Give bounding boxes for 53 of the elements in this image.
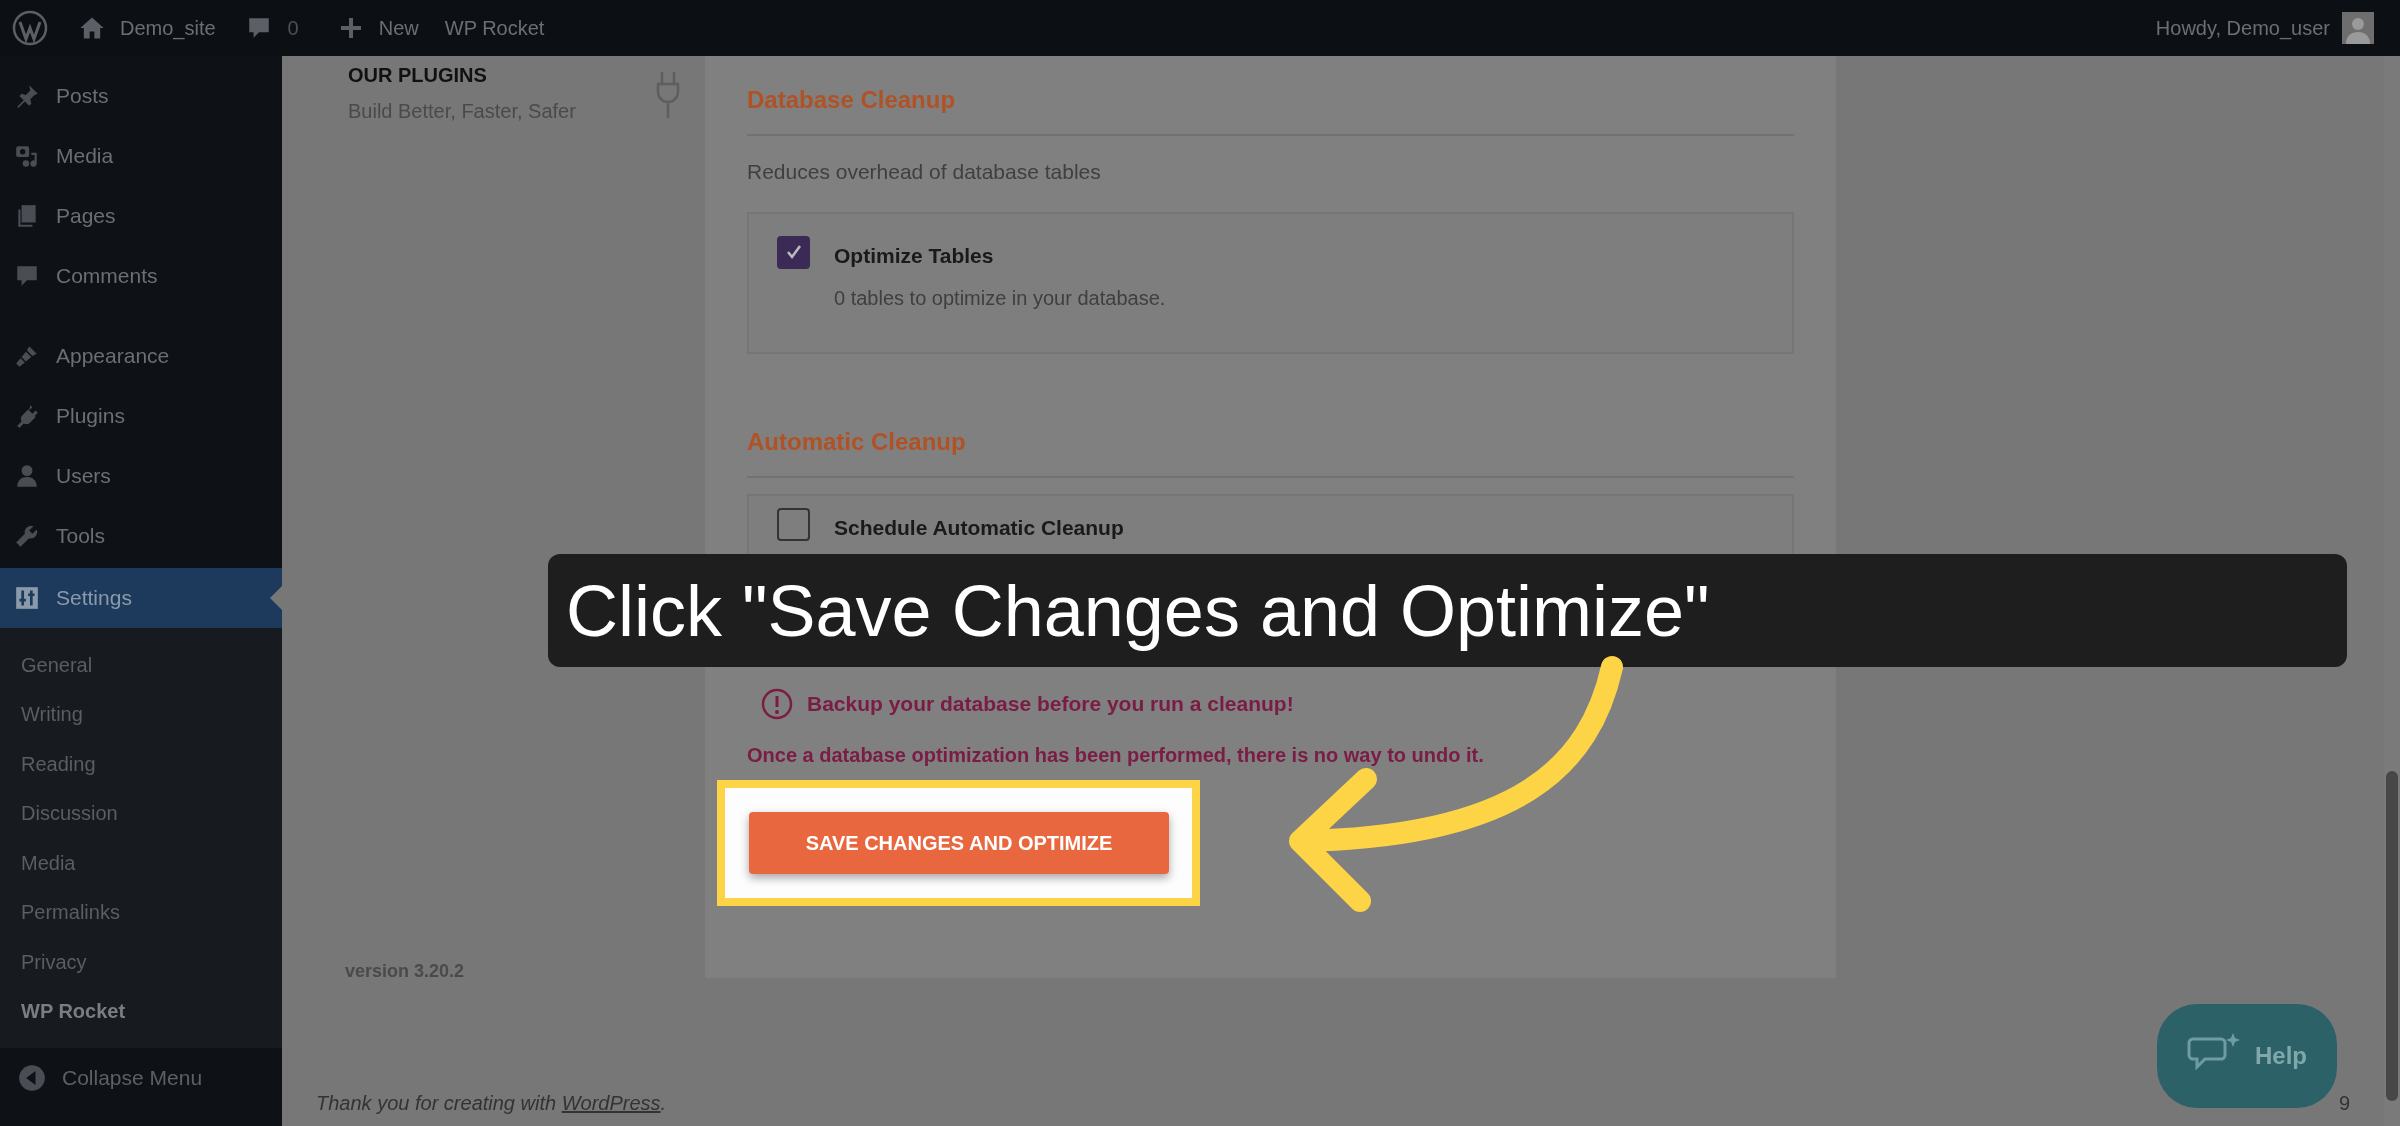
sidebar-item[interactable]: Comments [0, 246, 282, 306]
menu-pointer [270, 586, 282, 610]
collapse-icon [18, 1064, 46, 1092]
submenu-item[interactable]: General [0, 640, 282, 690]
plus-icon [338, 16, 363, 40]
comment-count[interactable]: 0 [287, 13, 299, 43]
user-icon [14, 463, 40, 489]
media-icon [14, 143, 40, 169]
sidebar-item[interactable]: Plugins [0, 386, 282, 446]
sidebar-item[interactable]: Posts [0, 66, 282, 126]
submenu-item[interactable]: Privacy [0, 937, 282, 987]
wordpress-link[interactable]: WordPress [561, 1092, 661, 1114]
footer-version: 9 [2338, 1091, 2350, 1116]
submenu-item[interactable]: Media [0, 838, 282, 888]
sidebar-item[interactable]: Appearance [0, 326, 282, 386]
option-label: Schedule Automatic Cleanup [834, 514, 1124, 541]
sliders-icon [14, 585, 40, 611]
site-link[interactable]: Demo_site [120, 13, 216, 43]
submenu-item[interactable]: Discussion [0, 788, 282, 838]
collapse-menu[interactable]: Collapse Menu [0, 1048, 282, 1108]
sidebar-item[interactable]: Settings [0, 568, 282, 628]
option-label: Optimize Tables [834, 242, 995, 269]
submenu-item[interactable]: WP Rocket [0, 986, 282, 1036]
new-link[interactable]: New [378, 13, 419, 43]
sidebar-item[interactable]: Users [0, 446, 282, 506]
wrench-icon [14, 523, 40, 549]
submenu-item[interactable]: Permalinks [0, 887, 282, 937]
notice-text: Once a database optimization has been performed, there is no way to undo it. [747, 742, 1485, 768]
help-button[interactable]: Help [2157, 1004, 2337, 1108]
submenu-item[interactable]: Writing [0, 689, 282, 739]
plugins-title: OUR PLUGINS [348, 63, 488, 88]
avatar-icon[interactable] [2342, 12, 2374, 44]
callout-banner: Click "Save Changes and Optimize" [548, 554, 2347, 667]
greeting[interactable]: Howdy, Demo_user [2155, 13, 2330, 43]
plugin-link[interactable]: WP Rocket [444, 13, 545, 43]
section-description: Reduces overhead of database tables [747, 159, 1102, 185]
submenu-item[interactable]: Reading [0, 739, 282, 789]
option-note: 0 tables to optimize in your database. [834, 286, 1166, 311]
wordpress-logo-icon[interactable] [12, 10, 48, 46]
scrollbar-thumb[interactable] [2386, 771, 2398, 1101]
section-heading: Automatic Cleanup [747, 427, 966, 455]
checkbox[interactable] [777, 507, 810, 541]
sidebar-item[interactable]: Tools [0, 506, 282, 566]
section-heading: Database Cleanup [747, 86, 956, 113]
plug-icon [14, 403, 40, 429]
footer-text: Thank you for creating with WordPress. [316, 1091, 667, 1116]
warning-text: Backup your database before you run a cleanup! [807, 690, 1294, 717]
sidebar-item[interactable]: Media [0, 126, 282, 186]
plug-icon [655, 70, 681, 120]
checkbox[interactable] [777, 235, 810, 269]
sidebar-item[interactable]: Pages [0, 186, 282, 246]
save-optimize-button[interactable]: SAVE CHANGES AND OPTIMIZE [749, 811, 1169, 874]
warning-icon [761, 687, 793, 720]
